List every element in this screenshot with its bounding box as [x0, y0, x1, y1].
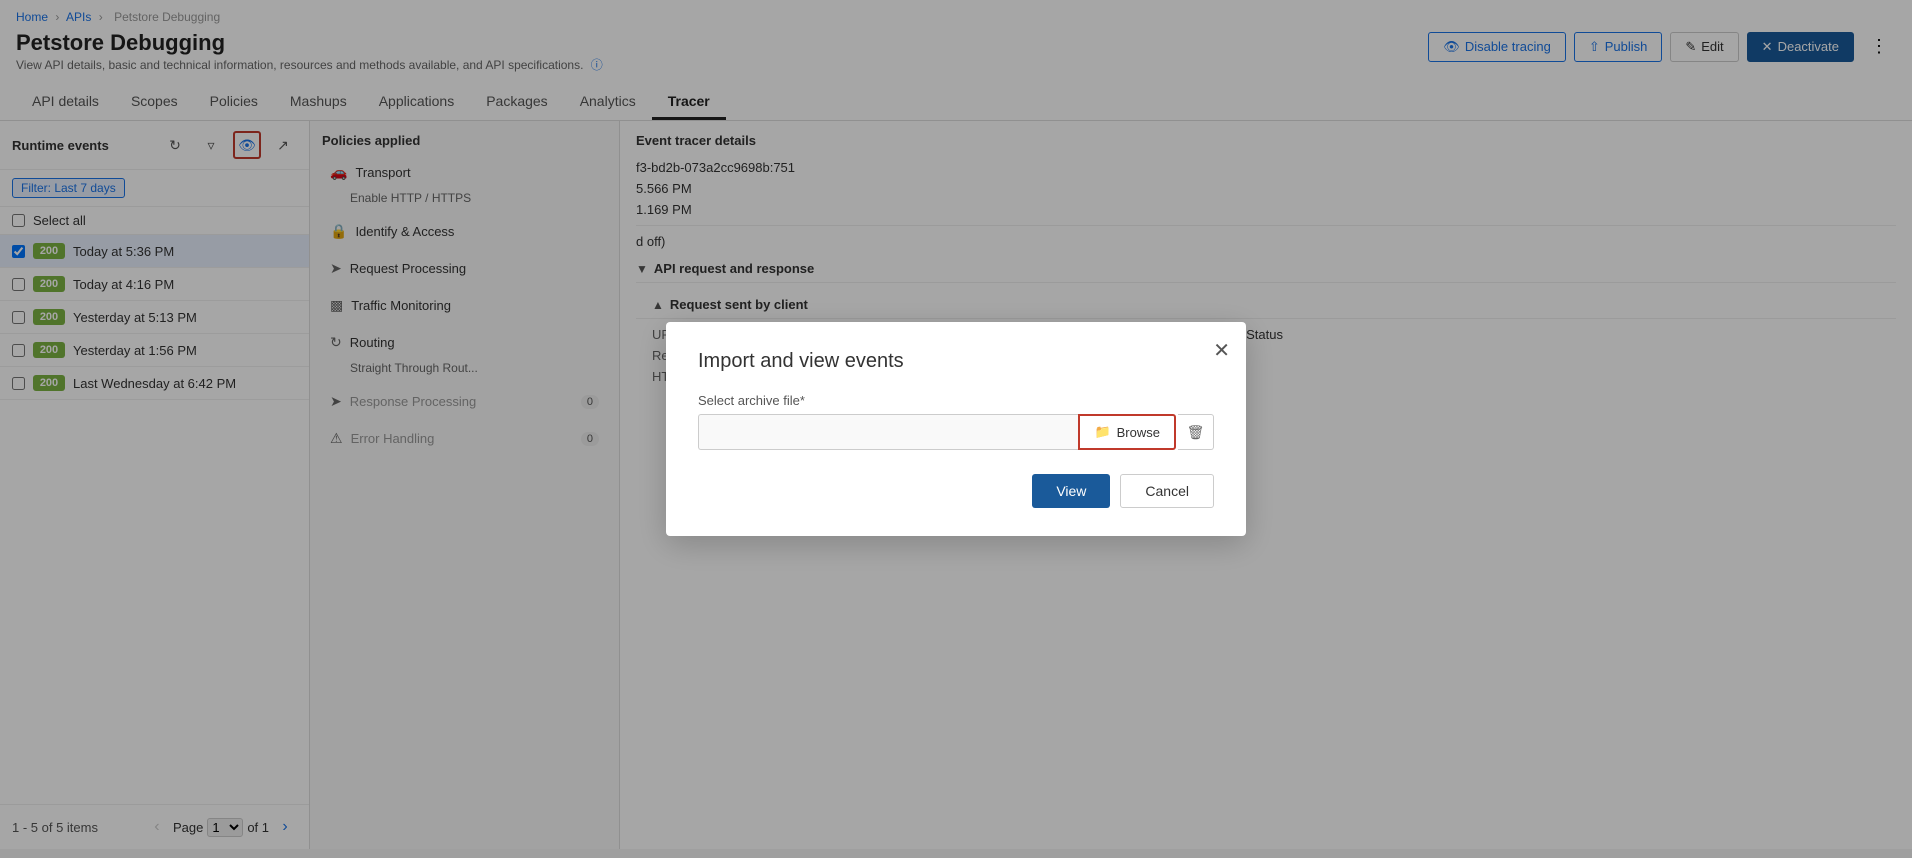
file-path-input[interactable] — [698, 414, 1078, 450]
cancel-button[interactable]: Cancel — [1120, 474, 1214, 508]
modal-title: Import and view events — [698, 350, 1214, 373]
modal-actions: View Cancel — [698, 474, 1214, 508]
folder-icon: 📁 — [1094, 424, 1110, 440]
view-button[interactable]: View — [1032, 474, 1110, 508]
import-view-modal: ✕ Import and view events Select archive … — [666, 322, 1246, 536]
modal-close-button[interactable]: ✕ — [1213, 338, 1230, 363]
trash-icon: 🗑 — [1187, 424, 1205, 441]
file-input-label: Select archive file* — [698, 393, 1214, 408]
browse-button[interactable]: 📁 Browse — [1078, 414, 1176, 450]
file-input-row: 📁 Browse 🗑 — [698, 414, 1214, 450]
clear-file-button[interactable]: 🗑 — [1178, 414, 1214, 450]
modal-overlay[interactable]: ✕ Import and view events Select archive … — [0, 0, 1912, 858]
